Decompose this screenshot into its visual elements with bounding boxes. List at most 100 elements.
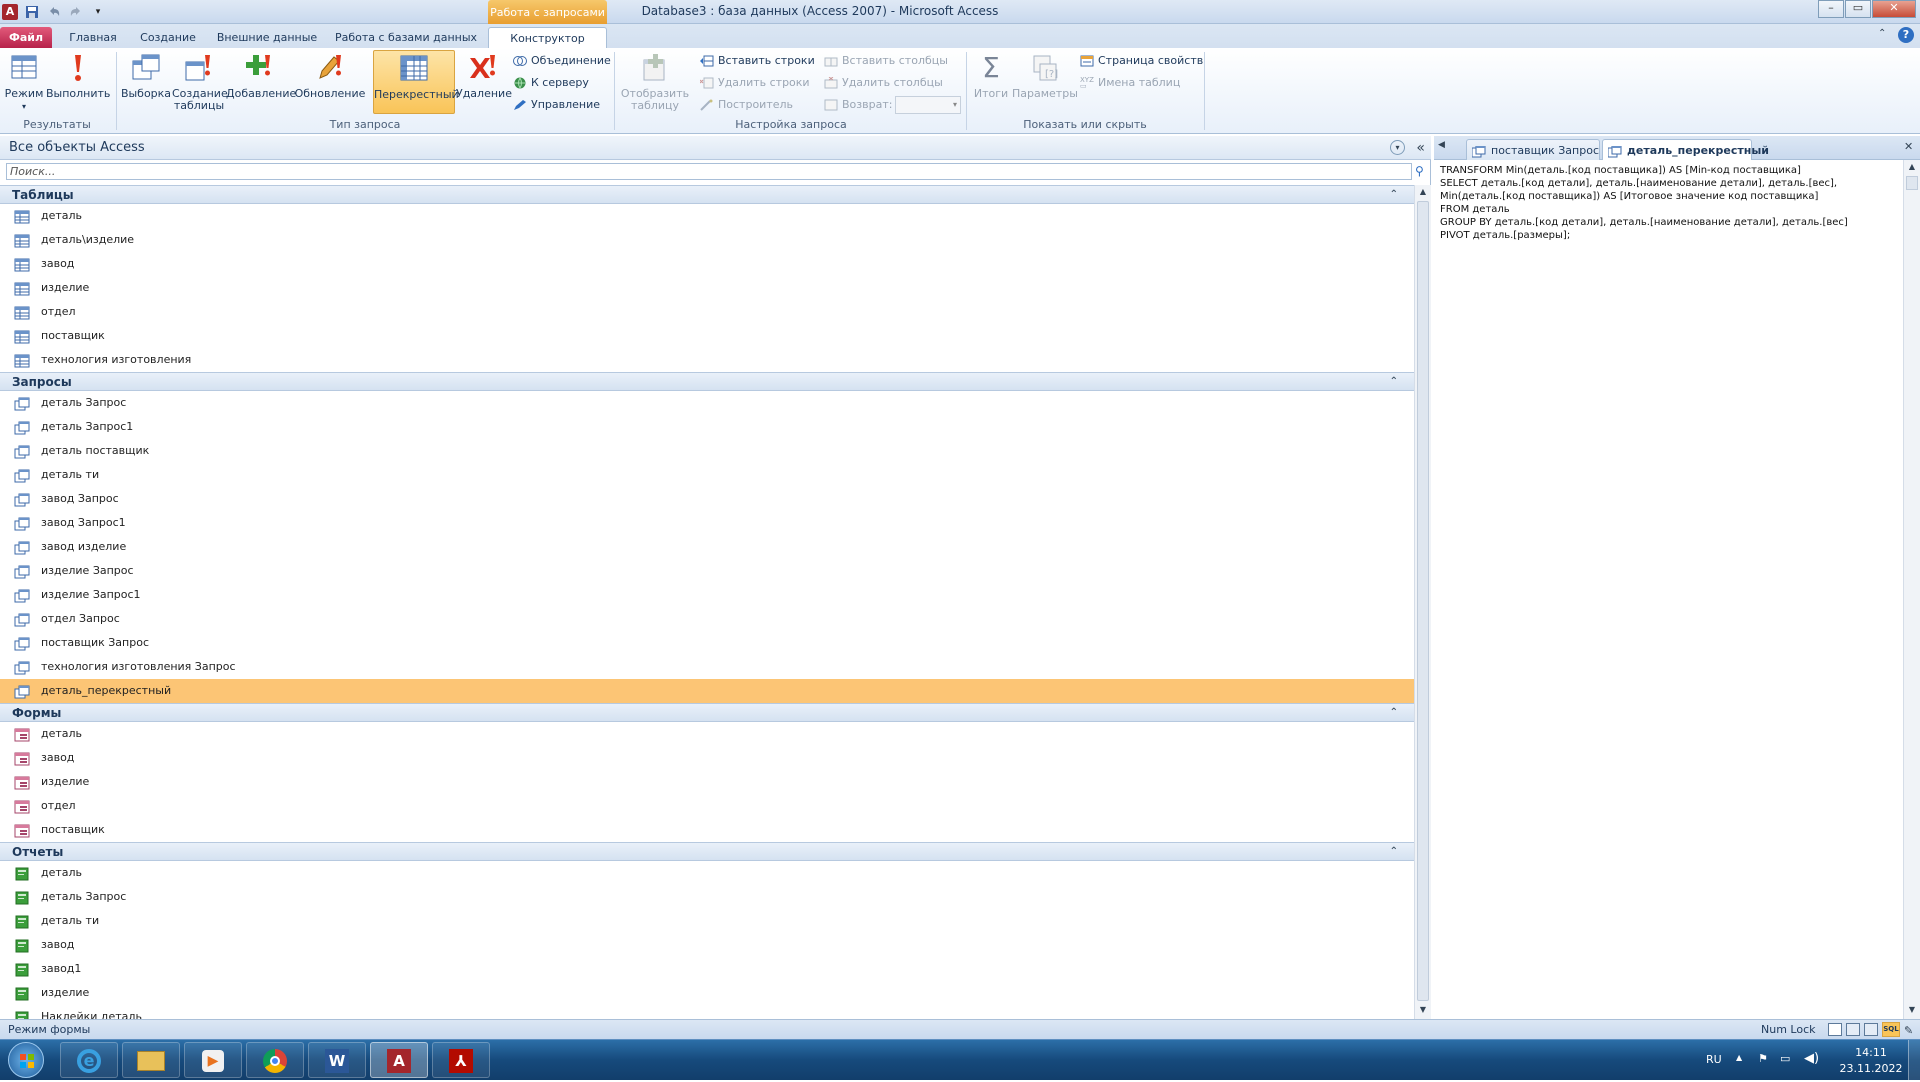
nav-object-item[interactable]: изделие bbox=[0, 276, 1414, 300]
network-icon[interactable]: ▭ bbox=[1780, 1052, 1790, 1065]
pivot-chart-view-icon[interactable] bbox=[1864, 1023, 1878, 1036]
passthrough-button[interactable]: К серверу bbox=[513, 74, 589, 92]
nav-object-item[interactable]: поставщик bbox=[0, 324, 1414, 348]
tab-design[interactable]: Конструктор bbox=[488, 27, 607, 48]
tab-database-tools[interactable]: Работа с базами данных bbox=[332, 27, 480, 48]
nav-object-item[interactable]: завод Запрос1 bbox=[0, 511, 1414, 535]
minimize-ribbon-icon[interactable]: ⌃ bbox=[1878, 28, 1886, 39]
nav-menu-chevron-icon[interactable]: ▾ bbox=[1390, 140, 1405, 155]
nav-section-header[interactable]: Отчеты ⌃ bbox=[0, 842, 1414, 861]
nav-object-item[interactable]: завод bbox=[0, 746, 1414, 770]
datasheet-view-icon[interactable] bbox=[1828, 1023, 1842, 1036]
collapse-chevron-icon[interactable]: ⌃ bbox=[1390, 373, 1398, 391]
taskbar-media-player[interactable]: ▶ bbox=[184, 1042, 242, 1078]
maximize-button[interactable]: ▭ bbox=[1845, 0, 1871, 18]
scroll-down-icon[interactable]: ▼ bbox=[1906, 1005, 1918, 1017]
nav-object-item[interactable]: деталь bbox=[0, 722, 1414, 746]
nav-object-item[interactable]: деталь\изделие bbox=[0, 228, 1414, 252]
nav-object-item[interactable]: деталь Запрос bbox=[0, 885, 1414, 909]
scroll-up-icon[interactable]: ▲ bbox=[1906, 162, 1918, 174]
nav-object-item[interactable]: поставщик bbox=[0, 818, 1414, 842]
tab-external-data[interactable]: Внешние данные bbox=[212, 27, 322, 48]
nav-object-item[interactable]: отдел bbox=[0, 794, 1414, 818]
nav-section-header[interactable]: Запросы ⌃ bbox=[0, 372, 1414, 391]
nav-object-item[interactable]: изделие bbox=[0, 981, 1414, 1005]
doc-tab-crosstab[interactable]: деталь_перекрестный bbox=[1602, 139, 1769, 160]
sql-view-button[interactable]: SQL bbox=[1882, 1022, 1900, 1037]
insert-columns-button[interactable]: Вставить столбцы bbox=[824, 52, 948, 70]
show-hidden-icons[interactable]: ▲ bbox=[1736, 1053, 1742, 1062]
nav-object-item[interactable]: отдел bbox=[0, 300, 1414, 324]
run-button[interactable]: Выполнить bbox=[46, 52, 110, 100]
close-document-icon[interactable]: ✕ bbox=[1904, 140, 1913, 153]
nav-object-item[interactable]: завод bbox=[0, 933, 1414, 957]
taskbar-chrome[interactable] bbox=[246, 1042, 304, 1078]
help-icon[interactable]: ? bbox=[1898, 27, 1914, 43]
language-indicator[interactable]: RU bbox=[1706, 1053, 1722, 1066]
volume-icon[interactable]: ◀) bbox=[1804, 1051, 1819, 1066]
nav-object-item[interactable]: технология изготовления bbox=[0, 348, 1414, 372]
append-button[interactable]: Добавление bbox=[226, 52, 296, 100]
delete-columns-button[interactable]: Удалить столбцы bbox=[824, 74, 943, 92]
action-center-flag-icon[interactable]: ⚑ bbox=[1758, 1052, 1768, 1065]
nav-search-input[interactable]: Поиск... bbox=[6, 163, 1412, 180]
nav-object-item[interactable]: деталь ти bbox=[0, 909, 1414, 933]
nav-object-item[interactable]: завод bbox=[0, 252, 1414, 276]
data-definition-button[interactable]: Управление bbox=[513, 96, 600, 114]
taskbar-acrobat[interactable]: ⅄ bbox=[432, 1042, 490, 1078]
nav-section-header[interactable]: Формы ⌃ bbox=[0, 703, 1414, 722]
collapse-chevron-icon[interactable]: ⌃ bbox=[1390, 704, 1398, 722]
builder-button[interactable]: Построитель bbox=[700, 96, 793, 114]
nav-object-item[interactable]: деталь Запрос1 bbox=[0, 415, 1414, 439]
nav-object-item[interactable]: изделие Запрос bbox=[0, 559, 1414, 583]
nav-object-item[interactable]: изделие bbox=[0, 770, 1414, 794]
minimize-button[interactable]: – bbox=[1818, 0, 1844, 18]
nav-object-item[interactable]: завод1 bbox=[0, 957, 1414, 981]
select-query-button[interactable]: Выборка bbox=[120, 52, 172, 100]
nav-object-item[interactable]: деталь Запрос bbox=[0, 391, 1414, 415]
pivot-table-view-icon[interactable] bbox=[1846, 1023, 1860, 1036]
show-desktop-button[interactable] bbox=[1908, 1040, 1920, 1080]
nav-object-item[interactable]: завод изделие bbox=[0, 535, 1414, 559]
scroll-down-icon[interactable]: ▼ bbox=[1417, 1005, 1429, 1017]
make-table-button[interactable]: Создание таблицы bbox=[172, 52, 228, 112]
update-button[interactable]: Обновление bbox=[292, 52, 368, 100]
nav-object-item[interactable]: деталь_перекрестный bbox=[0, 679, 1414, 703]
clock-time[interactable]: 14:11 bbox=[1838, 1046, 1904, 1059]
clock-date[interactable]: 23.11.2022 bbox=[1838, 1062, 1904, 1075]
insert-rows-button[interactable]: Вставить строки bbox=[700, 52, 815, 70]
crosstab-button[interactable]: Перекрестный bbox=[373, 50, 459, 114]
shutter-close-icon[interactable]: « bbox=[1416, 136, 1425, 160]
return-dropdown[interactable]: ▾ bbox=[895, 96, 961, 114]
nav-scroll-thumb[interactable] bbox=[1417, 201, 1429, 1001]
totals-button[interactable]: Σ Итоги bbox=[970, 52, 1012, 100]
tab-home[interactable]: Главная bbox=[62, 27, 124, 48]
sql-scroll-thumb[interactable] bbox=[1906, 176, 1918, 190]
start-button[interactable] bbox=[8, 1042, 44, 1078]
nav-object-item[interactable]: изделие Запрос1 bbox=[0, 583, 1414, 607]
nav-section-header[interactable]: Таблицы ⌃ bbox=[0, 185, 1414, 204]
table-names-button[interactable]: XYZ ▭ Имена таблиц bbox=[1080, 74, 1180, 92]
nav-scrollbar[interactable]: ▲ ▼ bbox=[1414, 185, 1431, 1019]
show-table-button[interactable]: Отобразить таблицу bbox=[620, 52, 690, 112]
nav-object-item[interactable]: отдел Запрос bbox=[0, 607, 1414, 631]
union-button[interactable]: Объединение bbox=[513, 52, 611, 70]
tab-file[interactable]: Файл bbox=[0, 27, 52, 48]
taskbar-explorer[interactable] bbox=[122, 1042, 180, 1078]
tab-scroll-left-icon[interactable]: ◀ bbox=[1438, 140, 1445, 150]
close-button[interactable]: ✕ bbox=[1872, 0, 1916, 18]
scroll-up-icon[interactable]: ▲ bbox=[1417, 187, 1429, 199]
delete-query-button[interactable]: Удаление bbox=[456, 52, 512, 100]
nav-object-item[interactable]: деталь ти bbox=[0, 463, 1414, 487]
nav-object-item[interactable]: завод Запрос bbox=[0, 487, 1414, 511]
search-icon[interactable]: ⚲ bbox=[1415, 164, 1424, 178]
nav-object-item[interactable]: Наклейки деталь bbox=[0, 1005, 1414, 1019]
nav-object-item[interactable]: технология изготовления Запрос bbox=[0, 655, 1414, 679]
parameters-button[interactable]: [?] Параметры bbox=[1012, 52, 1078, 100]
collapse-chevron-icon[interactable]: ⌃ bbox=[1390, 186, 1398, 204]
sql-editor[interactable]: TRANSFORM Min(деталь.[код поставщика]) A… bbox=[1440, 164, 1900, 1004]
nav-header[interactable]: Все объекты Access ▾ « bbox=[0, 136, 1431, 160]
taskbar-access[interactable]: A bbox=[370, 1042, 428, 1078]
sql-scrollbar[interactable]: ▲ ▼ bbox=[1903, 160, 1920, 1019]
delete-rows-button[interactable]: Удалить строки bbox=[699, 74, 810, 92]
